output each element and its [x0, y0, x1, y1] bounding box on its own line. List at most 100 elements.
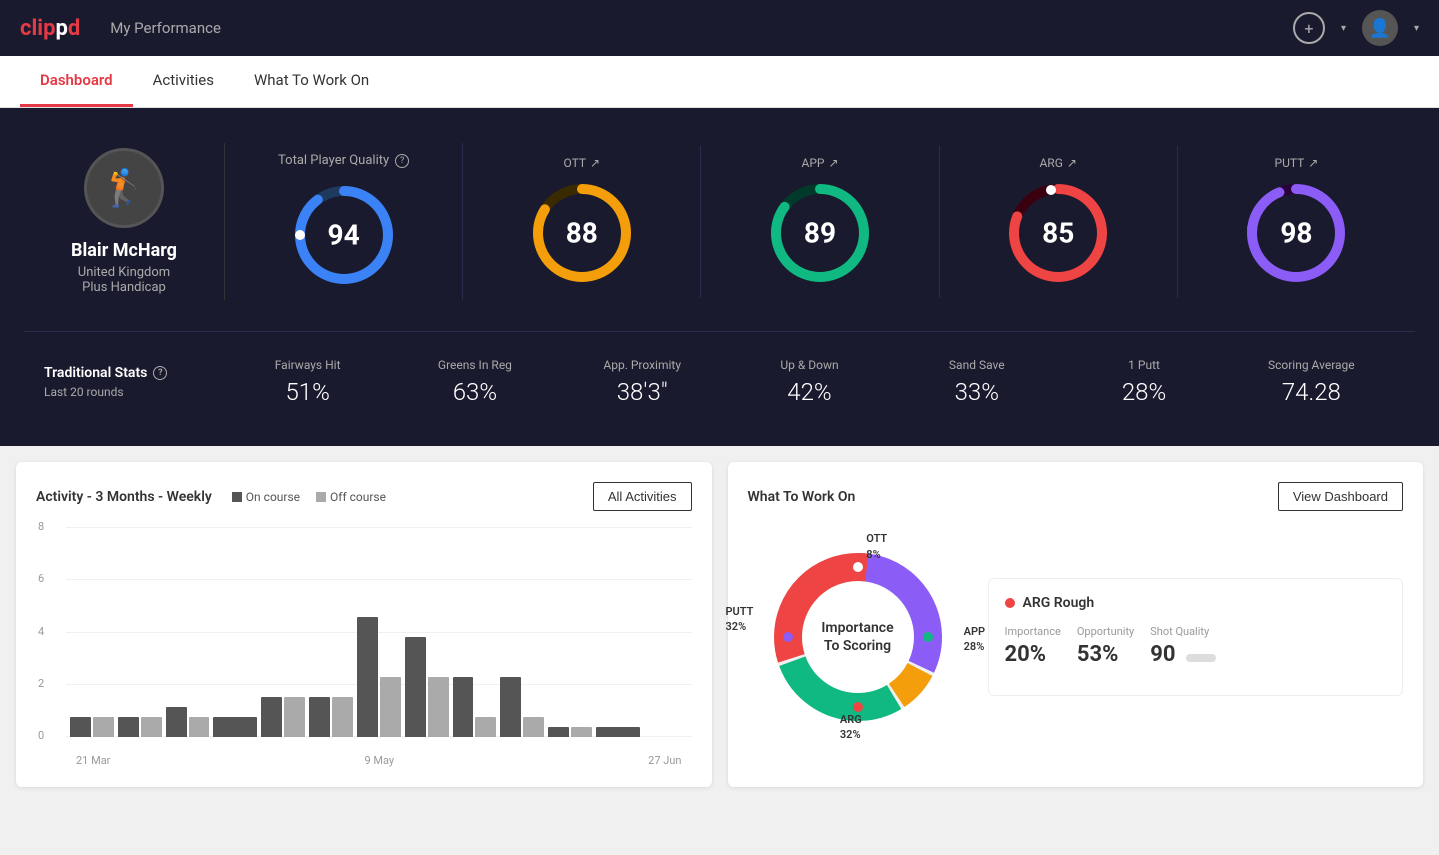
logo-area: clippd My Performance: [20, 16, 221, 41]
view-dashboard-button[interactable]: View Dashboard: [1278, 482, 1403, 511]
segment-label-ott: OTT8%: [866, 531, 887, 562]
gauge-putt-container: 98: [1241, 178, 1351, 288]
logo: clippd: [20, 16, 80, 41]
what-to-work-on-title: What To Work On: [748, 489, 856, 505]
tab-what-to-work-on[interactable]: What To Work On: [234, 56, 389, 107]
bars-container: [66, 527, 692, 737]
legend-on-course: On course: [232, 490, 300, 504]
gauge-arg-value: 85: [1042, 216, 1074, 249]
bar-off-9: [523, 717, 544, 737]
bar-on-2: [166, 707, 187, 737]
gauge-putt-label: PUTT ↗: [1275, 156, 1319, 170]
trad-stat-proximity-value: 38'3": [617, 378, 668, 406]
legend-on-course-dot: [232, 492, 242, 502]
avatar-chevron: ▾: [1414, 23, 1419, 34]
info-card-header: ARG Rough: [1005, 595, 1387, 611]
metric-shot-quality-bar: 90: [1150, 642, 1215, 667]
stats-gauges: Total Player Quality ? 94 OTT ↗: [224, 143, 1415, 300]
trad-stat-fairways-value: 51%: [285, 378, 329, 406]
trad-stat-sandsave-value: 33%: [955, 378, 999, 406]
bar-group-10: [548, 727, 592, 737]
bar-group-8: [453, 677, 497, 737]
bar-group-2: [166, 707, 210, 737]
trad-stat-scoring: Scoring Average 74.28: [1228, 358, 1395, 406]
tab-activities[interactable]: Activities: [133, 56, 234, 107]
trad-stat-oneputt-label: 1 Putt: [1128, 358, 1160, 372]
add-button[interactable]: +: [1293, 12, 1325, 44]
bar-off-1: [141, 717, 162, 737]
gauge-ott: OTT ↗ 88: [463, 146, 701, 298]
bar-group-1: [118, 717, 162, 737]
trad-stat-proximity-label: App. Proximity: [603, 358, 681, 372]
x-label-mar: 21 Mar: [76, 754, 110, 767]
gauge-putt: PUTT ↗ 98: [1178, 146, 1415, 298]
bar-group-11: [596, 727, 640, 737]
bar-on-3: [213, 717, 257, 737]
metric-opportunity-label: Opportunity: [1077, 625, 1134, 638]
bar-on-5: [309, 697, 330, 737]
legend-off-course-dot: [316, 492, 326, 502]
legend-on-course-label: On course: [246, 490, 300, 504]
segment-label-app: APP28%: [964, 624, 985, 655]
tab-dashboard[interactable]: Dashboard: [20, 56, 133, 107]
gauge-app: APP ↗ 89: [701, 146, 939, 298]
total-quality-help[interactable]: ?: [395, 154, 409, 168]
hero-divider: [24, 331, 1415, 332]
bar-group-0: [70, 717, 114, 737]
gauge-total: Total Player Quality ? 94: [225, 143, 463, 300]
donut-center-label: ImportanceTo Scoring: [821, 619, 893, 655]
legend-off-course: Off course: [316, 490, 386, 504]
bar-on-1: [118, 717, 139, 737]
gauge-app-container: 89: [765, 178, 875, 288]
metric-importance: Importance 20%: [1005, 625, 1061, 667]
header-actions: + ▾ 👤 ▾: [1293, 10, 1419, 46]
gauge-ott-label: OTT ↗: [564, 156, 601, 170]
add-chevron: ▾: [1341, 23, 1346, 34]
metric-shot-quality: Shot Quality 90: [1150, 625, 1215, 667]
gauge-ott-value: 88: [566, 216, 598, 249]
x-label-jun: 27 Jun: [648, 754, 681, 767]
bar-off-2: [189, 717, 210, 737]
x-label-may: 9 May: [364, 754, 394, 767]
metric-shot-quality-label: Shot Quality: [1150, 625, 1215, 638]
metric-importance-label: Importance: [1005, 625, 1061, 638]
bar-group-4: [261, 697, 305, 737]
trad-stat-oneputt-value: 28%: [1122, 378, 1166, 406]
hero-top: 🏌️ Blair McHarg United Kingdom Plus Hand…: [24, 128, 1415, 315]
bar-off-10: [571, 727, 592, 737]
bar-group-5: [309, 697, 353, 737]
bar-off-5: [332, 697, 353, 737]
all-activities-button[interactable]: All Activities: [593, 482, 692, 511]
trad-label-block: Traditional Stats ? Last 20 rounds: [44, 365, 224, 399]
metric-shot-quality-value: 90: [1150, 642, 1175, 667]
total-quality-label: Total Player Quality ?: [278, 153, 409, 168]
gauge-arg-label: ARG ↗: [1039, 156, 1076, 170]
segment-label-arg: ARG32%: [840, 712, 862, 743]
info-metrics: Importance 20% Opportunity 53% Shot Qual…: [1005, 625, 1387, 667]
user-avatar[interactable]: 👤: [1362, 10, 1398, 46]
info-card-title: ARG Rough: [1023, 595, 1095, 611]
gauge-ott-container: 88: [527, 178, 637, 288]
bar-on-10: [548, 727, 569, 737]
bar-group-7: [405, 637, 449, 737]
bar-on-6: [357, 617, 378, 737]
gauge-arg: ARG ↗ 85: [940, 146, 1178, 298]
bar-group-9: [500, 677, 544, 737]
gauge-putt-value: 98: [1280, 216, 1312, 249]
metric-opportunity: Opportunity 53%: [1077, 625, 1134, 667]
trad-stats-values: Fairways Hit 51% Greens In Reg 63% App. …: [224, 358, 1395, 406]
info-dot: [1005, 598, 1015, 608]
what-to-work-content: ImportanceTo Scoring OTT8% APP28% ARG32%…: [748, 527, 1404, 747]
chart-legend: On course Off course: [232, 490, 386, 504]
trad-stat-oneputt: 1 Putt 28%: [1060, 358, 1227, 406]
activity-chart-title: Activity - 3 Months - Weekly: [36, 489, 212, 505]
activity-chart-header: Activity - 3 Months - Weekly On course O…: [36, 482, 692, 511]
trad-stat-updown: Up & Down 42%: [726, 358, 893, 406]
trad-stat-updown-value: 42%: [787, 378, 831, 406]
trad-label: Traditional Stats ?: [44, 365, 224, 381]
trad-stats-help[interactable]: ?: [153, 366, 167, 380]
gauge-total-container: 94: [289, 180, 399, 290]
header-title: My Performance: [110, 19, 221, 37]
what-to-work-on-card: What To Work On View Dashboard: [728, 462, 1424, 787]
main-content: Activity - 3 Months - Weekly On course O…: [0, 446, 1439, 803]
